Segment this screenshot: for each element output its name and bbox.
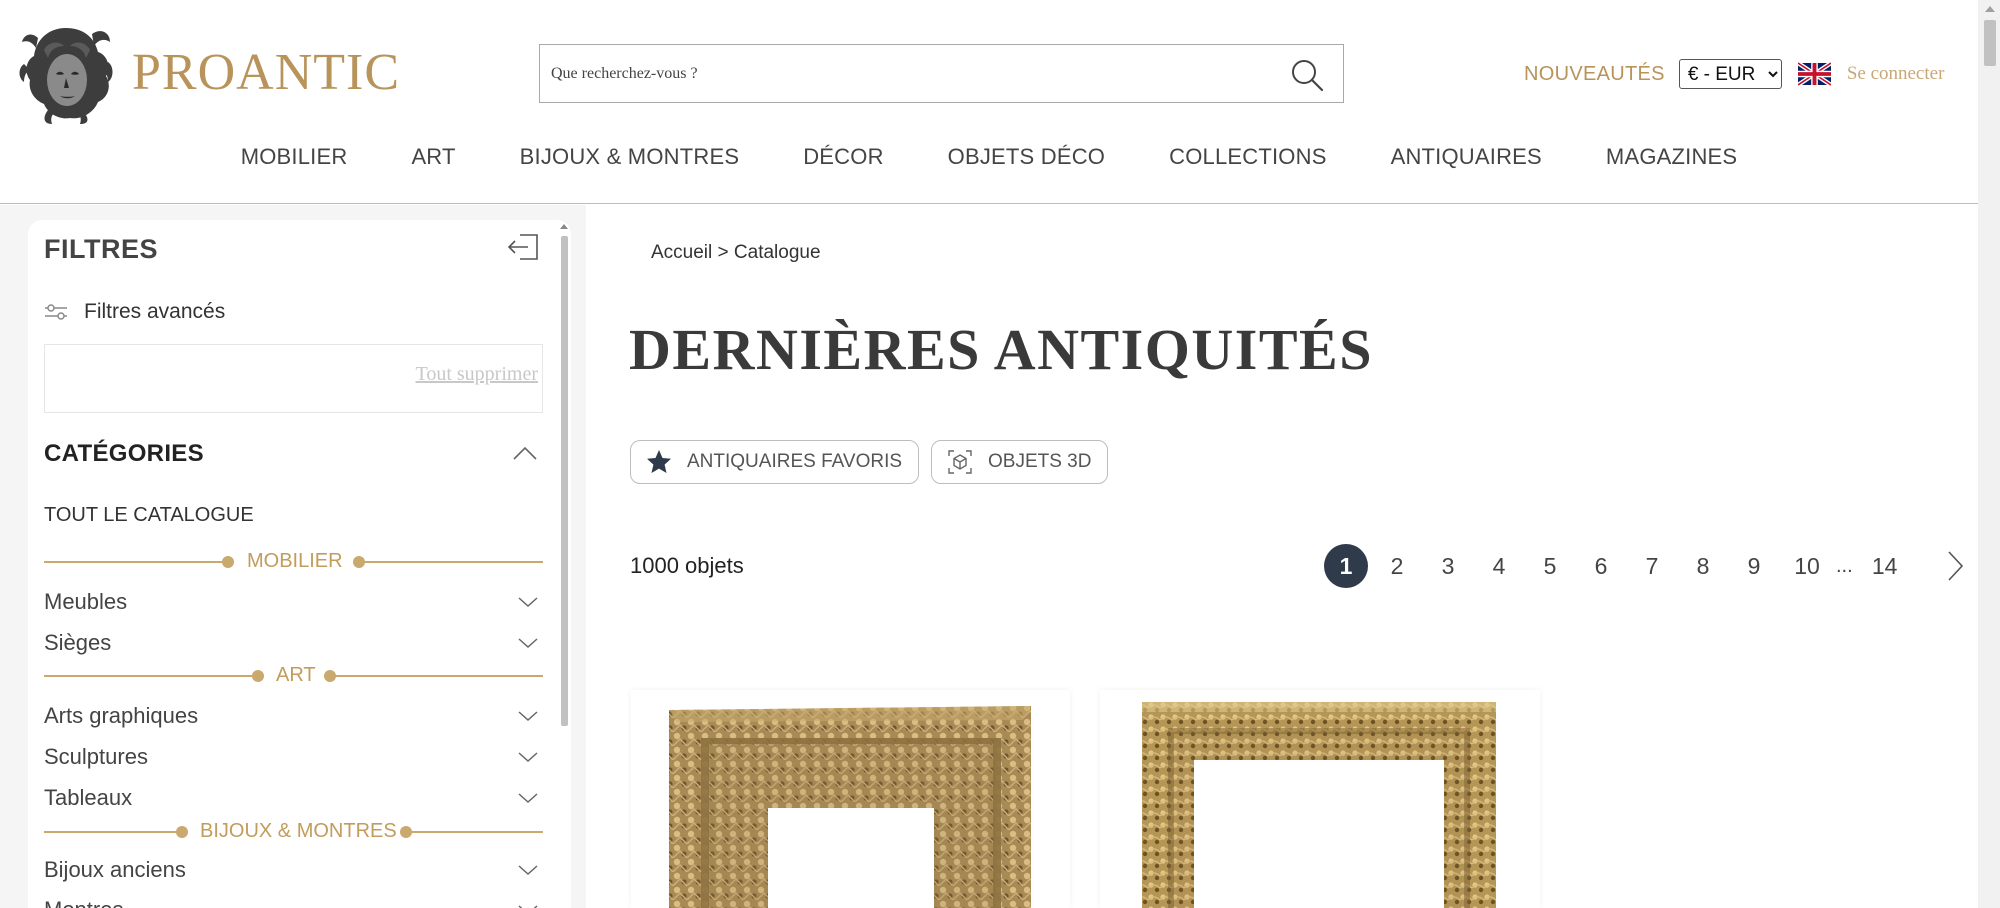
page-scrollbar[interactable] bbox=[1978, 0, 2000, 908]
category-divider-art: ART bbox=[44, 664, 543, 688]
page-3[interactable]: 3 bbox=[1426, 544, 1470, 588]
clear-all-filters-link[interactable]: Tout supprimer bbox=[416, 363, 538, 386]
filters-panel: FILTRES Filtres avancés Tout supprimer C… bbox=[28, 220, 571, 908]
filters-title: FILTRES bbox=[44, 234, 158, 264]
category-row-bijoux-anciens[interactable]: Bijoux anciens bbox=[44, 854, 543, 886]
chevron-right-icon[interactable] bbox=[1940, 549, 1970, 583]
breadcrumb: Accueil > Catalogue bbox=[651, 242, 821, 264]
divider-label: MOBILIER bbox=[247, 550, 343, 572]
nav-item-magazines[interactable]: MAGAZINES bbox=[1574, 144, 1769, 184]
collapse-filters-icon[interactable] bbox=[506, 232, 540, 262]
star-icon bbox=[647, 450, 671, 473]
breadcrumb-home[interactable]: Accueil bbox=[651, 242, 712, 263]
page-8[interactable]: 8 bbox=[1681, 544, 1725, 588]
product-card[interactable] bbox=[631, 690, 1070, 908]
pagination-ellipsis: ... bbox=[1836, 554, 1853, 577]
gilded-frame-image bbox=[1142, 702, 1496, 908]
nav-item-art[interactable]: ART bbox=[379, 144, 487, 184]
active-filters-box: Tout supprimer bbox=[44, 344, 543, 413]
breadcrumb-separator: > bbox=[717, 242, 729, 263]
search-icon[interactable] bbox=[1289, 57, 1325, 93]
category-label: Tableaux bbox=[44, 785, 133, 810]
chevron-down-icon[interactable] bbox=[517, 863, 539, 877]
chevron-down-icon[interactable] bbox=[517, 791, 539, 805]
category-label: Bijoux anciens bbox=[44, 857, 186, 882]
page-2[interactable]: 2 bbox=[1375, 544, 1419, 588]
category-divider-bijoux-montres: BIJOUX & MONTRES bbox=[44, 820, 543, 844]
category-row-sieges[interactable]: Sièges bbox=[44, 627, 543, 659]
category-divider-mobilier: MOBILIER bbox=[44, 550, 543, 574]
nav-item-objets-deco[interactable]: OBJETS DÉCO bbox=[916, 144, 1137, 184]
objects-3d-chip[interactable]: OBJETS 3D bbox=[931, 440, 1109, 484]
page-last[interactable]: 14 bbox=[1861, 544, 1909, 588]
breadcrumb-current[interactable]: Catalogue bbox=[734, 242, 821, 263]
page-7[interactable]: 7 bbox=[1630, 544, 1674, 588]
search-box bbox=[539, 44, 1344, 103]
cube-3d-icon bbox=[948, 450, 972, 474]
chevron-down-icon[interactable] bbox=[517, 636, 539, 650]
divider-label: ART bbox=[276, 664, 316, 686]
all-catalogue-link[interactable]: TOUT LE CATALOGUE bbox=[44, 504, 254, 527]
nav-item-decor[interactable]: DÉCOR bbox=[771, 144, 915, 184]
page-10[interactable]: 10 bbox=[1783, 544, 1831, 588]
divider-label: BIJOUX & MONTRES bbox=[200, 820, 397, 842]
advanced-filters-label: Filtres avancés bbox=[84, 300, 226, 323]
page-1[interactable]: 1 bbox=[1324, 544, 1368, 588]
category-row-montres[interactable]: Montres bbox=[44, 894, 543, 908]
category-row-sculptures[interactable]: Sculptures bbox=[44, 741, 543, 773]
categories-heading: CATÉGORIES bbox=[44, 440, 204, 467]
category-row-meubles[interactable]: Meubles bbox=[44, 586, 543, 618]
nav-item-collections[interactable]: COLLECTIONS bbox=[1137, 144, 1358, 184]
favorite-dealers-label: ANTIQUAIRES FAVORIS bbox=[687, 451, 903, 472]
gilded-frame-image bbox=[669, 706, 1031, 908]
page-5[interactable]: 5 bbox=[1528, 544, 1572, 588]
favorite-dealers-chip[interactable]: ANTIQUAIRES FAVORIS bbox=[630, 440, 920, 484]
page-title: DERNIÈRES ANTIQUITÉS bbox=[629, 317, 1373, 382]
filters-scrollbar-thumb[interactable] bbox=[561, 236, 568, 726]
nav-item-bijoux-montres[interactable]: BIJOUX & MONTRES bbox=[488, 144, 772, 184]
category-label: Meubles bbox=[44, 589, 128, 614]
category-label: Arts graphiques bbox=[44, 703, 199, 728]
uk-flag-icon[interactable] bbox=[1797, 62, 1831, 86]
product-card[interactable] bbox=[1100, 690, 1540, 908]
category-label: Sculptures bbox=[44, 744, 148, 769]
category-row-arts-graphiques[interactable]: Arts graphiques bbox=[44, 700, 543, 732]
currency-select[interactable]: € - EUR bbox=[1678, 59, 1782, 89]
category-label: Montres bbox=[44, 897, 123, 908]
page-6[interactable]: 6 bbox=[1579, 544, 1623, 588]
page-9[interactable]: 9 bbox=[1732, 544, 1776, 588]
header-actions: NOUVEAUTÉS € - EUR Se connecter bbox=[1524, 58, 1944, 90]
scroll-up-arrow-icon[interactable] bbox=[560, 224, 568, 229]
filters-scrollbar[interactable] bbox=[558, 222, 570, 908]
scroll-up-arrow-icon[interactable] bbox=[1985, 6, 1995, 12]
logo[interactable]: PROANTIC bbox=[18, 20, 400, 124]
news-link[interactable]: NOUVEAUTÉS bbox=[1524, 63, 1665, 86]
chevron-down-icon[interactable] bbox=[517, 709, 539, 723]
category-label: Sièges bbox=[44, 630, 112, 655]
search-input[interactable] bbox=[540, 45, 1280, 102]
pagination: 1 2 3 4 5 6 7 8 9 10 ... 14 bbox=[1324, 544, 1970, 588]
results-count: 1000 objets bbox=[630, 553, 744, 578]
page-4[interactable]: 4 bbox=[1477, 544, 1521, 588]
medusa-head-icon bbox=[19, 28, 113, 124]
chevron-down-icon[interactable] bbox=[517, 750, 539, 764]
nav-item-antiquaires[interactable]: ANTIQUAIRES bbox=[1359, 144, 1574, 184]
nav-item-mobilier[interactable]: MOBILIER bbox=[209, 144, 380, 184]
chevron-up-icon[interactable] bbox=[512, 444, 538, 462]
page-scrollbar-thumb[interactable] bbox=[1984, 20, 1996, 66]
brand-name: PROANTIC bbox=[132, 43, 401, 101]
objects-3d-label: OBJETS 3D bbox=[988, 451, 1092, 472]
sliders-icon bbox=[45, 304, 67, 320]
login-link[interactable]: Se connecter bbox=[1847, 63, 1945, 85]
main-nav: MOBILIER ART BIJOUX & MONTRES DÉCOR OBJE… bbox=[0, 144, 1978, 184]
site-header: PROANTIC NOUVEAUTÉS € - EUR Se connecter… bbox=[0, 0, 1978, 204]
advanced-filters-button[interactable]: Filtres avancés bbox=[44, 300, 225, 324]
chevron-down-icon[interactable] bbox=[517, 903, 539, 908]
chevron-down-icon[interactable] bbox=[517, 595, 539, 609]
category-row-tableaux[interactable]: Tableaux bbox=[44, 782, 543, 814]
